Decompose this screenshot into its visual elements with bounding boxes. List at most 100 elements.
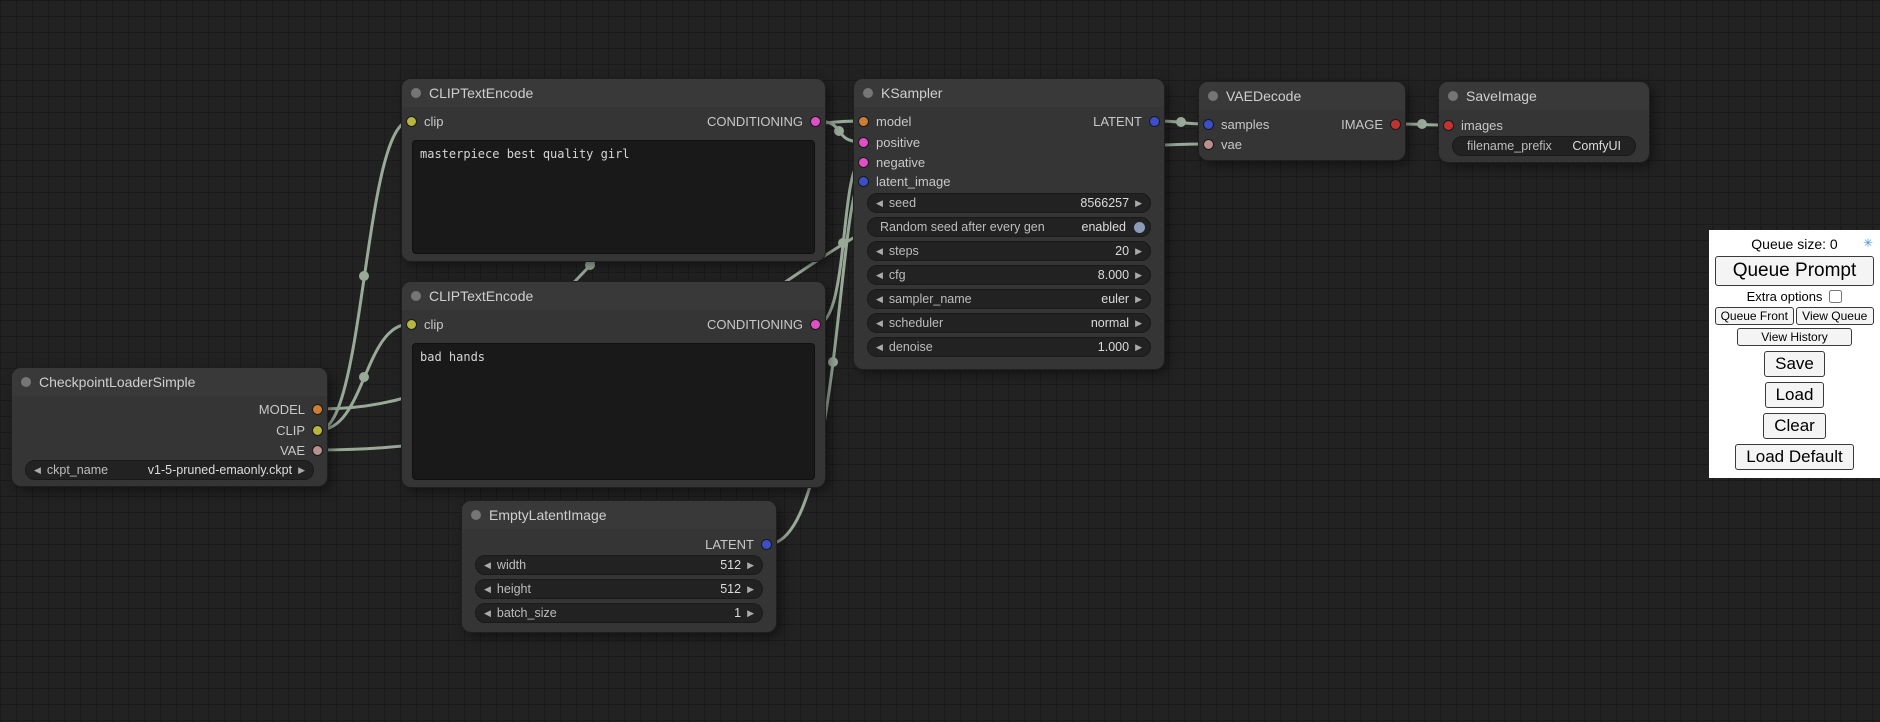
widget-scheduler[interactable]: ◀ scheduler normal ▶ [867, 313, 1151, 333]
widget-steps[interactable]: ◀ steps 20 ▶ [867, 241, 1151, 261]
input-port-negative[interactable] [858, 157, 869, 168]
toggle-indicator-icon[interactable] [1134, 222, 1145, 233]
settings-icon[interactable]: ✳ [1863, 237, 1873, 249]
output-port-image[interactable] [1390, 119, 1401, 130]
node-title-bar[interactable]: CLIPTextEncode [402, 282, 825, 310]
slot-label: VAE [280, 443, 305, 458]
output-port-vae[interactable] [312, 445, 323, 456]
arrow-left-icon[interactable]: ◀ [876, 199, 883, 208]
arrow-left-icon[interactable]: ◀ [484, 561, 491, 570]
arrow-left-icon[interactable]: ◀ [876, 247, 883, 256]
widget-label: denoise [889, 340, 933, 354]
queue-front-button[interactable]: Queue Front [1715, 307, 1794, 325]
arrow-left-icon[interactable]: ◀ [876, 295, 883, 304]
output-port-conditioning[interactable] [810, 116, 821, 127]
widget-sampler-name[interactable]: ◀ sampler_name euler ▶ [867, 289, 1151, 309]
input-port-images[interactable] [1443, 120, 1454, 131]
input-port-samples[interactable] [1203, 119, 1214, 130]
prompt-textarea[interactable]: bad hands [412, 343, 815, 480]
queue-prompt-button[interactable]: Queue Prompt [1715, 256, 1874, 286]
widget-batch-size[interactable]: ◀ batch_size 1 ▶ [475, 603, 763, 623]
collapse-dot-icon[interactable] [21, 377, 31, 387]
input-port-positive[interactable] [858, 137, 869, 148]
arrow-left-icon[interactable]: ◀ [34, 466, 41, 475]
arrow-right-icon[interactable]: ▶ [298, 466, 305, 475]
collapse-dot-icon[interactable] [411, 291, 421, 301]
node-title-bar[interactable]: VAEDecode [1199, 82, 1405, 110]
clear-button[interactable]: Clear [1763, 413, 1826, 439]
input-port-model[interactable] [858, 116, 869, 127]
arrow-right-icon[interactable]: ▶ [1135, 343, 1142, 352]
node-cliptextencode-positive[interactable]: CLIPTextEncode clip CONDITIONING masterp… [402, 79, 825, 261]
node-title-bar[interactable]: KSampler [854, 79, 1164, 107]
slot-label: CONDITIONING [707, 114, 803, 129]
arrow-right-icon[interactable]: ▶ [1135, 271, 1142, 280]
arrow-right-icon[interactable]: ▶ [747, 585, 754, 594]
output-port-latent[interactable] [761, 539, 772, 550]
arrow-right-icon[interactable]: ▶ [1135, 199, 1142, 208]
widget-value: 512 [720, 582, 741, 596]
view-queue-button[interactable]: View Queue [1796, 307, 1875, 325]
node-checkpointloadersimple[interactable]: CheckpointLoaderSimple MODEL CLIP VAE ◀ … [12, 368, 327, 486]
output-port-model[interactable] [312, 404, 323, 415]
node-ksampler[interactable]: KSampler model LATENT positive negative … [854, 79, 1164, 369]
widget-label: sampler_name [889, 292, 972, 306]
slot-label: clip [424, 317, 444, 332]
load-button[interactable]: Load [1765, 382, 1825, 408]
widget-seed[interactable]: ◀ seed 8566257 ▶ [867, 193, 1151, 213]
arrow-left-icon[interactable]: ◀ [876, 343, 883, 352]
collapse-dot-icon[interactable] [471, 510, 481, 520]
collapse-dot-icon[interactable] [1448, 91, 1458, 101]
node-graph-canvas[interactable]: CheckpointLoaderSimple MODEL CLIP VAE ◀ … [0, 0, 1880, 722]
load-default-button[interactable]: Load Default [1735, 444, 1853, 470]
arrow-right-icon[interactable]: ▶ [1135, 295, 1142, 304]
slot-label: vae [1221, 137, 1242, 152]
arrow-right-icon[interactable]: ▶ [747, 609, 754, 618]
arrow-right-icon[interactable]: ▶ [1135, 319, 1142, 328]
widget-random-seed-toggle[interactable]: Random seed after every gen enabled [867, 217, 1151, 237]
input-port-vae[interactable] [1203, 139, 1214, 150]
arrow-left-icon[interactable]: ◀ [876, 319, 883, 328]
prompt-textarea[interactable]: masterpiece best quality girl [412, 140, 815, 254]
node-title: CLIPTextEncode [429, 288, 533, 304]
slot-label: LATENT [1093, 114, 1142, 129]
arrow-right-icon[interactable]: ▶ [747, 561, 754, 570]
input-port-clip[interactable] [406, 319, 417, 330]
input-slot-positive: positive [858, 132, 920, 152]
collapse-dot-icon[interactable] [1208, 91, 1218, 101]
node-emptylatentimage[interactable]: EmptyLatentImage LATENT ◀ width 512 ▶ ◀ … [462, 501, 776, 632]
widget-filename-prefix[interactable]: filename_prefix ComfyUI [1452, 136, 1636, 156]
output-port-conditioning[interactable] [810, 319, 821, 330]
widget-ckpt-name[interactable]: ◀ ckpt_name v1-5-pruned-emaonly.ckpt ▶ [25, 460, 314, 480]
arrow-left-icon[interactable]: ◀ [484, 585, 491, 594]
node-title-bar[interactable]: CheckpointLoaderSimple [12, 368, 327, 396]
input-port-latent-image[interactable] [858, 176, 869, 187]
node-title: VAEDecode [1226, 88, 1301, 104]
widget-height[interactable]: ◀ height 512 ▶ [475, 579, 763, 599]
collapse-dot-icon[interactable] [863, 88, 873, 98]
node-title-bar[interactable]: EmptyLatentImage [462, 501, 776, 529]
widget-value: v1-5-pruned-emaonly.ckpt [148, 463, 292, 477]
comfy-menu-panel: Queue size: 0 ✳ Queue Prompt Extra optio… [1709, 230, 1880, 478]
link-midpoint-dot [1176, 117, 1186, 127]
widget-denoise[interactable]: ◀ denoise 1.000 ▶ [867, 337, 1151, 357]
link-midpoint-dot [828, 357, 838, 367]
widget-cfg[interactable]: ◀ cfg 8.000 ▶ [867, 265, 1151, 285]
extra-options-checkbox[interactable] [1829, 290, 1842, 303]
widget-width[interactable]: ◀ width 512 ▶ [475, 555, 763, 575]
arrow-left-icon[interactable]: ◀ [484, 609, 491, 618]
arrow-left-icon[interactable]: ◀ [876, 271, 883, 280]
view-history-button[interactable]: View History [1737, 328, 1851, 346]
node-title-bar[interactable]: CLIPTextEncode [402, 79, 825, 107]
arrow-right-icon[interactable]: ▶ [1135, 247, 1142, 256]
collapse-dot-icon[interactable] [411, 88, 421, 98]
output-port-latent[interactable] [1149, 116, 1160, 127]
output-port-clip[interactable] [312, 425, 323, 436]
widget-value: 8.000 [1098, 268, 1129, 282]
node-vaedecode[interactable]: VAEDecode samples IMAGE vae [1199, 82, 1405, 160]
node-title-bar[interactable]: SaveImage [1439, 82, 1649, 110]
node-saveimage[interactable]: SaveImage images filename_prefix ComfyUI [1439, 82, 1649, 162]
save-button[interactable]: Save [1764, 351, 1825, 377]
input-port-clip[interactable] [406, 116, 417, 127]
node-cliptextencode-negative[interactable]: CLIPTextEncode clip CONDITIONING bad han… [402, 282, 825, 487]
